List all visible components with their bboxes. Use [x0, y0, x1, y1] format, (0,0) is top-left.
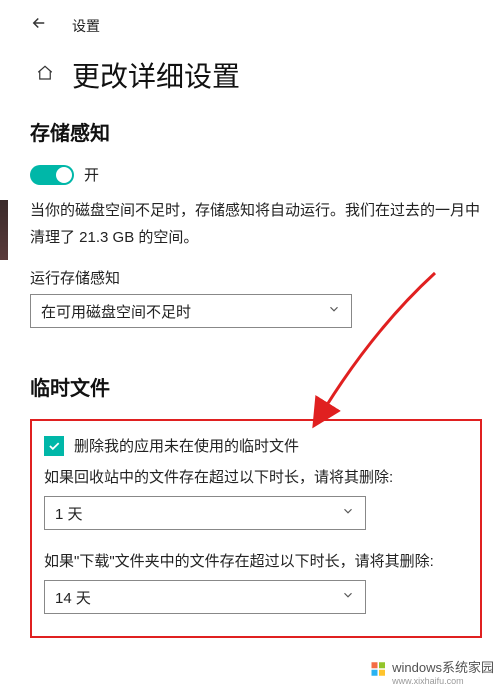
window-edge-decoration [0, 200, 8, 260]
toggle-knob [56, 167, 72, 183]
watermark-text: windows系统家园 [392, 660, 494, 675]
run-storage-sense-label: 运行存储感知 [30, 267, 482, 288]
section-title-temp-files: 临时文件 [30, 372, 482, 401]
select-value: 在可用磁盘空间不足时 [41, 301, 191, 322]
recycle-bin-label: 如果回收站中的文件存在超过以下时长，请将其删除: [44, 466, 468, 490]
run-storage-sense-select[interactable]: 在可用磁盘空间不足时 [30, 294, 352, 328]
header: 更改详细设置 [0, 45, 500, 101]
storage-sense-description: 当你的磁盘空间不足时，存储感知将自动运行。我们在过去的一月中清理了 21.3 G… [30, 197, 482, 251]
select-value: 1 天 [55, 503, 83, 524]
watermark: windows系统家园 www.xixhaifu.com [370, 657, 494, 686]
delete-temp-files-row: 删除我的应用未在使用的临时文件 [44, 435, 468, 456]
storage-sense-toggle[interactable] [30, 165, 74, 185]
select-value: 14 天 [55, 587, 91, 608]
page-title: 更改详细设置 [72, 55, 240, 95]
watermark-url: www.xixhaifu.com [392, 677, 494, 686]
section-title-storage-sense: 存储感知 [30, 117, 482, 146]
topbar-title: 设置 [72, 16, 100, 36]
chevron-down-icon [327, 302, 341, 320]
toggle-label: 开 [84, 164, 99, 185]
chevron-down-icon [341, 504, 355, 522]
downloads-label: 如果"下载"文件夹中的文件存在超过以下时长，请将其删除: [44, 550, 468, 574]
storage-sense-toggle-row: 开 [30, 164, 482, 185]
home-icon[interactable] [36, 64, 54, 87]
topbar: 设置 [0, 0, 500, 45]
highlight-annotation-box: 删除我的应用未在使用的临时文件 如果回收站中的文件存在超过以下时长，请将其删除:… [30, 419, 482, 638]
back-icon[interactable] [30, 14, 48, 37]
delete-temp-files-label: 删除我的应用未在使用的临时文件 [74, 435, 299, 456]
recycle-bin-select[interactable]: 1 天 [44, 496, 366, 530]
chevron-down-icon [341, 588, 355, 606]
windows-logo-icon [370, 660, 388, 683]
delete-temp-files-checkbox[interactable] [44, 436, 64, 456]
downloads-select[interactable]: 14 天 [44, 580, 366, 614]
